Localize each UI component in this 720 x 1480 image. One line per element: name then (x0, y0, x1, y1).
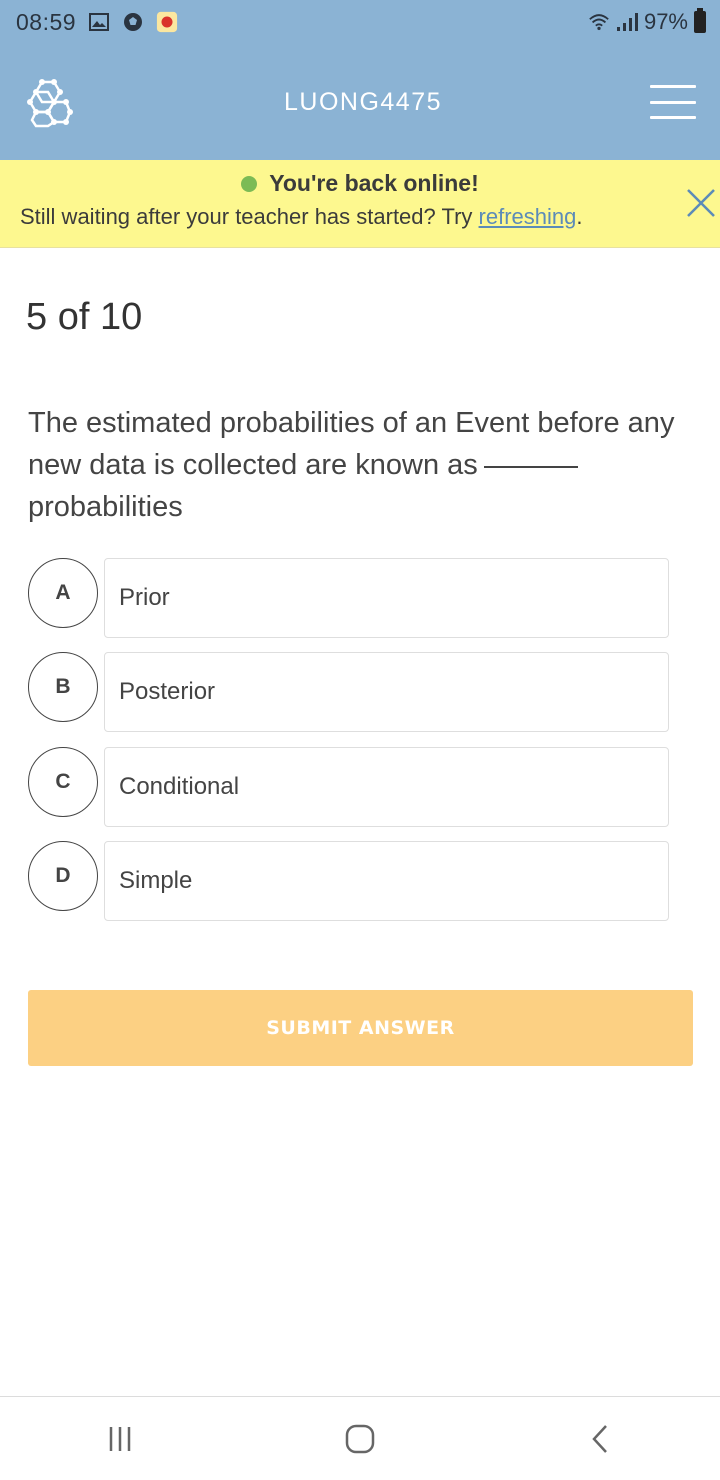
question-text: The estimated probabilities of an Event … (28, 402, 678, 528)
banner-message-row: Still waiting after your teacher has sta… (20, 204, 583, 230)
hamburger-menu-icon[interactable] (650, 85, 696, 119)
option-text[interactable]: Prior (104, 558, 669, 638)
app-notification-icon (156, 11, 178, 33)
banner-heading-row: You're back online! (0, 170, 720, 197)
system-nav-bar (0, 1396, 720, 1480)
banner-message: Still waiting after your teacher has sta… (20, 204, 479, 229)
signal-icon (616, 11, 638, 33)
option-c[interactable]: C Conditional (28, 747, 669, 827)
online-status-dot-icon (241, 176, 258, 192)
menu-line (650, 100, 696, 104)
status-right: 97% (588, 8, 706, 35)
option-text[interactable]: Simple (104, 841, 669, 921)
question-part2: probabilities (28, 491, 183, 523)
option-text[interactable]: Conditional (104, 747, 669, 827)
header-title: LUONG4475 (283, 87, 443, 116)
molecule-logo-icon[interactable] (24, 76, 76, 128)
wifi-icon (588, 11, 610, 33)
menu-line (650, 85, 696, 88)
status-time: 08:59 (16, 8, 77, 35)
status-left: 08:59 (16, 9, 178, 36)
banner-suffix: . (576, 204, 583, 229)
question-progress: 5 of 10 (26, 296, 143, 338)
status-bar: 08:59 97% (0, 0, 720, 44)
option-letter[interactable]: B (28, 652, 98, 722)
back-icon[interactable] (570, 1409, 630, 1469)
submit-answer-button[interactable]: SUBMIT ANSWER (28, 990, 693, 1066)
banner-heading: You're back online! (269, 170, 479, 196)
close-icon[interactable] (684, 186, 718, 220)
refresh-link[interactable]: refreshing (479, 204, 577, 229)
option-a[interactable]: A Prior (28, 558, 669, 638)
gallery-icon (88, 11, 110, 33)
option-letter[interactable]: C (28, 747, 98, 817)
battery-percent: 97% (643, 9, 688, 34)
recent-apps-icon[interactable] (90, 1409, 150, 1469)
app-header: LUONG4475 (0, 44, 720, 160)
option-d[interactable]: D Simple (28, 841, 669, 921)
online-banner: You're back online! Still waiting after … (0, 160, 720, 248)
home-icon[interactable] (330, 1409, 390, 1469)
question-blank (483, 466, 578, 468)
question-part1: The estimated probabilities of an Event … (28, 407, 675, 481)
option-letter[interactable]: D (28, 841, 98, 911)
option-letter[interactable]: A (28, 558, 98, 628)
battery-icon (694, 8, 706, 33)
menu-line (650, 116, 696, 119)
option-text[interactable]: Posterior (104, 652, 669, 732)
soccer-ball-icon (122, 11, 144, 33)
option-b[interactable]: B Posterior (28, 652, 669, 732)
